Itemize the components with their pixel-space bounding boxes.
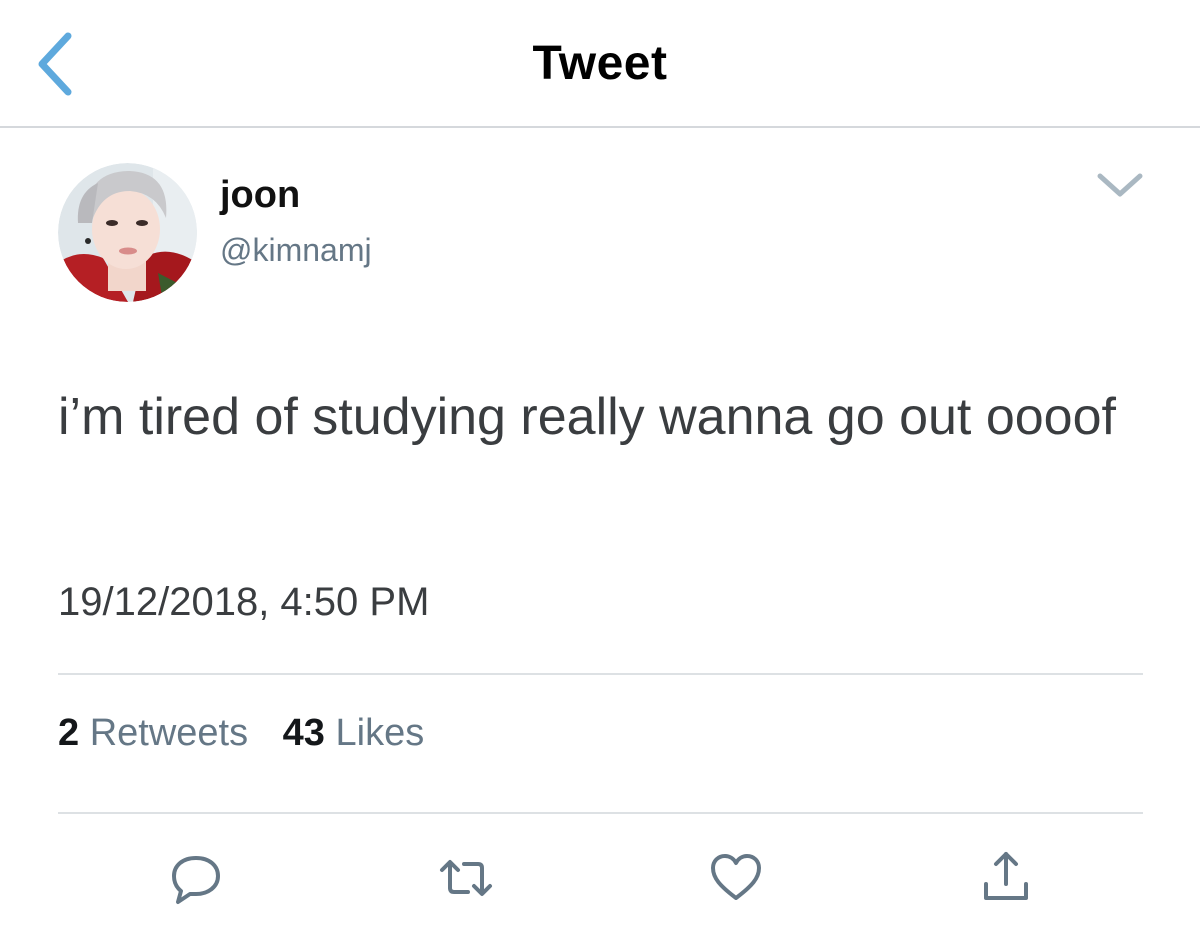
author-handle[interactable]: @kimnamj <box>220 232 372 269</box>
retweet-icon <box>440 860 492 896</box>
author-display-name[interactable]: joon <box>220 174 300 217</box>
divider <box>58 812 1143 814</box>
tweet-timestamp: 19/12/2018, 4:50 PM <box>58 580 430 624</box>
share-button[interactable] <box>976 848 1036 908</box>
tweet-stats: 2 Retweets 43 Likes <box>58 712 448 755</box>
retweets-stat[interactable]: 2 Retweets <box>58 712 248 755</box>
tweet-text: i’m tired of studying really wanna go ou… <box>58 388 1116 446</box>
page-title: Tweet <box>532 37 668 90</box>
retweets-label: Retweets <box>89 712 249 754</box>
avatar-image <box>58 163 197 302</box>
navigation-bar: Tweet <box>0 0 1200 128</box>
avatar[interactable] <box>58 163 197 302</box>
like-icon <box>711 854 761 900</box>
share-icon <box>984 852 1028 900</box>
retweets-count: 2 <box>58 712 80 754</box>
divider <box>58 673 1143 675</box>
reply-icon <box>172 856 220 904</box>
chevron-down-icon <box>1097 173 1143 197</box>
more-options-button[interactable] <box>1096 168 1144 204</box>
reply-button[interactable] <box>166 848 226 908</box>
like-button[interactable] <box>706 848 766 908</box>
likes-stat[interactable]: 43 Likes <box>283 712 425 755</box>
likes-label: Likes <box>335 712 425 754</box>
likes-count: 43 <box>282 712 325 754</box>
retweet-button[interactable] <box>436 848 496 908</box>
